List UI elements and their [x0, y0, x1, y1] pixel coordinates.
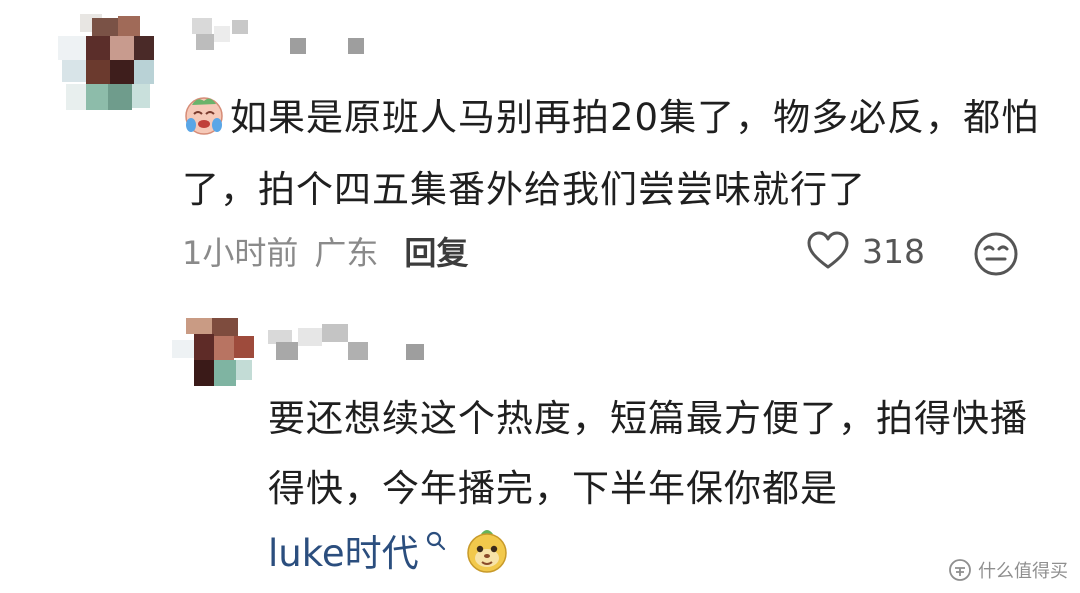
- reply-avatar[interactable]: [172, 318, 254, 388]
- like-button[interactable]: 318: [806, 228, 925, 274]
- comment-location: 广东: [314, 234, 379, 272]
- like-count: 318: [862, 231, 925, 271]
- avatar[interactable]: [58, 14, 154, 114]
- search-icon[interactable]: [425, 530, 447, 552]
- reply-button[interactable]: 回复: [404, 228, 468, 274]
- comment-time: 1小时前: [182, 234, 299, 272]
- comment-text: 如果是原班人马别再拍20集了，物多必反，都怕了，拍个四五集番外给我们尝尝味就行了: [182, 82, 1042, 226]
- mention-link[interactable]: luke时代: [268, 523, 419, 577]
- watermark-text: 什么值得买: [978, 561, 1068, 582]
- smiley-face-icon[interactable]: [972, 230, 1020, 278]
- reply-body: 要还想续这个热度，短篇最方便了，拍得快播得快，今年播完，下半年保你都是: [268, 397, 1028, 510]
- comment-body: 如果是原班人马别再拍20集了，物多必反，都怕了，拍个四五集番外给我们尝尝味就行了: [182, 96, 1040, 211]
- smzdm-logo-icon: [949, 559, 971, 581]
- monkey-emoji: [466, 530, 507, 573]
- heart-outline-icon[interactable]: [806, 231, 850, 271]
- comment-meta: 1小时前 广东 回复: [182, 228, 468, 274]
- reply-mention-row: luke时代: [268, 518, 511, 582]
- reply-username-blurred[interactable]: [268, 322, 438, 366]
- crying-laugh-emoji: [185, 97, 223, 135]
- username-blurred[interactable]: [192, 18, 372, 58]
- watermark: 什么值得买: [948, 555, 1068, 585]
